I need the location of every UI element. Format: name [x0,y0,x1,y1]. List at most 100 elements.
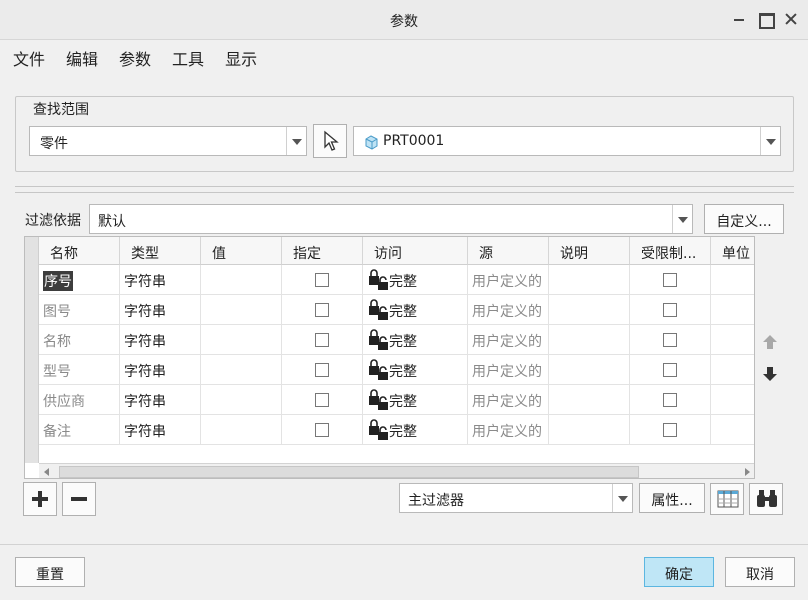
ok-button[interactable]: 确定 [644,557,714,587]
designated-checkbox[interactable] [315,273,329,287]
table-cell-unit[interactable] [711,355,754,385]
arrow-down-icon[interactable] [762,366,778,382]
scroll-right-icon[interactable] [745,468,750,476]
remove-parameter-button[interactable] [62,482,96,516]
table-cell-restricted [630,265,711,295]
chevron-down-icon[interactable] [760,127,780,155]
table-columns-button[interactable] [710,483,744,515]
table-cell-description[interactable] [549,415,630,445]
model-select[interactable]: PRT0001 [353,126,781,156]
table-cell-unit[interactable] [711,385,754,415]
plus-icon [32,491,48,507]
table-cell-type[interactable]: 字符串 [120,325,201,355]
table-cell-type[interactable]: 字符串 [120,295,201,325]
table-cell-value[interactable] [201,415,282,445]
table-cell-name[interactable]: 备注 [39,415,120,445]
table-cell-access[interactable]: 完整 [363,385,468,415]
scope-type-select[interactable]: 零件 [29,126,307,156]
col-header-designated[interactable]: 指定 [282,237,363,265]
close-icon[interactable] [784,12,798,26]
table-cell-type[interactable]: 字符串 [120,415,201,445]
table-cell-access[interactable]: 完整 [363,265,468,295]
menu-display[interactable]: 显示 [225,46,257,70]
table-cell-source: 用户定义的 [468,415,549,445]
col-header-access[interactable]: 访问 [363,237,468,265]
horizontal-scrollbar[interactable] [39,463,754,478]
table-cell-value[interactable] [201,265,282,295]
scroll-left-icon[interactable] [44,468,49,476]
reset-button[interactable]: 重置 [15,557,85,587]
table-cell-unit[interactable] [711,295,754,325]
table-cell-name[interactable]: 名称 [39,325,120,355]
model-value: PRT0001 [383,133,445,149]
col-header-description[interactable]: 说明 [549,237,630,265]
col-header-source[interactable]: 源 [468,237,549,265]
table-cell-name[interactable]: 序号 [39,265,120,295]
restricted-checkbox[interactable] [663,423,677,437]
table-cell-description[interactable] [549,385,630,415]
col-header-restricted[interactable]: 受限制... [630,237,711,265]
minus-icon [71,497,87,501]
table-cell-value[interactable] [201,295,282,325]
chevron-down-icon[interactable] [672,205,692,233]
chevron-down-icon[interactable] [286,127,306,155]
select-model-button[interactable] [313,124,347,158]
designated-checkbox[interactable] [315,423,329,437]
col-header-name[interactable]: 名称 [39,237,120,265]
table-cell-access[interactable]: 完整 [363,355,468,385]
table-cell-access[interactable]: 完整 [363,325,468,355]
col-header-unit[interactable]: 单位 [711,237,754,265]
table-cell-name[interactable]: 型号 [39,355,120,385]
main-filter-select[interactable]: 主过滤器 [399,483,633,513]
menu-parameters[interactable]: 参数 [119,46,151,70]
menu-tools[interactable]: 工具 [172,46,204,70]
table-cell-access[interactable]: 完整 [363,415,468,445]
table-cell-name[interactable]: 供应商 [39,385,120,415]
search-button[interactable] [749,483,783,515]
table-cell-restricted [630,385,711,415]
restricted-checkbox[interactable] [663,363,677,377]
properties-button[interactable]: 属性... [639,483,705,513]
table-cell-source: 用户定义的 [468,355,549,385]
table-cell-unit[interactable] [711,265,754,295]
table-cell-designated [282,385,363,415]
table-cell-unit[interactable] [711,325,754,355]
customize-button[interactable]: 自定义... [704,204,784,234]
filter-select[interactable]: 默认 [89,204,693,234]
table-cell-value[interactable] [201,385,282,415]
arrow-up-icon[interactable] [762,334,778,350]
minimize-icon[interactable] [732,12,746,26]
table-cell-designated [282,355,363,385]
cancel-button[interactable]: 取消 [725,557,795,587]
col-header-value[interactable]: 值 [201,237,282,265]
menu-edit[interactable]: 编辑 [66,46,98,70]
designated-checkbox[interactable] [315,363,329,377]
chevron-down-icon[interactable] [612,484,632,512]
table-cell-description[interactable] [549,265,630,295]
table-cell-value[interactable] [201,355,282,385]
col-header-type[interactable]: 类型 [120,237,201,265]
title-bar: 参数 [0,0,808,40]
restricted-checkbox[interactable] [663,303,677,317]
table-cell-type[interactable]: 字符串 [120,355,201,385]
table-cell-type[interactable]: 字符串 [120,385,201,415]
table-cell-type[interactable]: 字符串 [120,265,201,295]
add-parameter-button[interactable] [23,482,57,516]
maximize-icon[interactable] [758,12,775,29]
scrollbar-thumb[interactable] [59,466,639,478]
table-cell-description[interactable] [549,355,630,385]
designated-checkbox[interactable] [315,393,329,407]
binoculars-icon [757,490,777,507]
table-cell-unit[interactable] [711,415,754,445]
table-cell-access[interactable]: 完整 [363,295,468,325]
table-cell-name[interactable]: 图号 [39,295,120,325]
table-cell-description[interactable] [549,325,630,355]
menu-file[interactable]: 文件 [13,46,45,70]
restricted-checkbox[interactable] [663,333,677,347]
table-cell-value[interactable] [201,325,282,355]
table-cell-description[interactable] [549,295,630,325]
restricted-checkbox[interactable] [663,393,677,407]
designated-checkbox[interactable] [315,333,329,347]
designated-checkbox[interactable] [315,303,329,317]
restricted-checkbox[interactable] [663,273,677,287]
